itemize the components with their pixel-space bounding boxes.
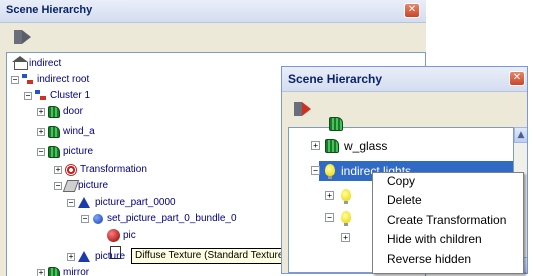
toolbar (282, 95, 527, 123)
tree-item-label: indirect root (37, 74, 90, 85)
tree-item-light-1[interactable]: + (325, 186, 365, 206)
tree-item-partial (329, 114, 345, 134)
menu-item-reverse-hidden[interactable]: Reverse hidden (387, 252, 471, 271)
blue-ball-icon (93, 214, 103, 224)
menu-item-create-transformation[interactable]: Create Transformation (387, 213, 506, 232)
tree-item-light-2[interactable]: − (325, 208, 365, 228)
collapse-toggle[interactable]: − (11, 76, 19, 84)
bulb-icon (341, 211, 351, 226)
sphere-icon (107, 229, 120, 242)
tree-item-label: pic (123, 230, 136, 241)
title-bar[interactable]: Scene Hierarchy ✕ (0, 0, 426, 23)
expand-toggle[interactable]: + (37, 128, 45, 136)
window-title: Scene Hierarchy (288, 72, 383, 86)
triangle-icon (78, 197, 90, 208)
hierarchy-icon (22, 74, 34, 86)
menu-item-delete[interactable]: Delete (387, 193, 422, 212)
bulb-icon (325, 164, 335, 179)
context-menu: Copy Delete Create Transformation Hide w… (372, 172, 524, 274)
window-title: Scene Hierarchy (6, 4, 93, 16)
collapse-toggle[interactable]: − (24, 92, 32, 100)
collapse-toggle[interactable]: − (81, 215, 89, 223)
tree-item-label: Transformation (80, 164, 147, 175)
grid-mesh-icon (325, 139, 339, 153)
expand-toggle[interactable]: + (67, 253, 75, 261)
grid-mesh-icon (48, 126, 60, 138)
toolbar (0, 24, 426, 50)
collapse-icon[interactable] (294, 101, 312, 117)
scroll-up-button[interactable]: ▲ (514, 127, 527, 143)
close-button[interactable]: ✕ (404, 3, 420, 18)
menu-item-hide-with-children[interactable]: Hide with children (387, 232, 482, 251)
grid-mesh-icon (48, 146, 60, 158)
collapse-toggle[interactable]: − (37, 148, 45, 156)
tooltip: Diffuse Texture (Standard Texture (131, 248, 291, 264)
hierarchy-icon (35, 90, 47, 102)
expand-toggle[interactable]: + (325, 191, 334, 200)
tree-item-label: picture_part_0000 (95, 197, 176, 208)
transformation-icon (65, 164, 77, 176)
collapse-toggle[interactable]: − (311, 166, 320, 175)
collapse-toggle[interactable]: − (325, 213, 334, 222)
tree-item-label: mirror (63, 267, 90, 276)
tree-item-label: indirect (29, 58, 62, 69)
tree-item-nested[interactable]: + (341, 228, 371, 248)
grid-mesh-icon (48, 106, 60, 118)
triangle-icon (78, 251, 90, 262)
tree-item-label: set_picture_part_0_bundle_0 (107, 213, 237, 224)
tree-item-label: Cluster 1 (50, 90, 91, 101)
tree-item-label: picture (78, 180, 109, 191)
home-icon (12, 56, 28, 70)
grid-mesh-icon (329, 117, 343, 131)
close-button[interactable]: ✕ (509, 71, 525, 86)
expand-toggle[interactable]: + (37, 108, 45, 116)
expand-toggle[interactable]: + (311, 141, 320, 150)
tree-item-label: picture (95, 251, 126, 262)
grid-mesh-icon (48, 267, 60, 276)
pen-icon (62, 180, 80, 192)
expand-toggle[interactable]: + (341, 233, 350, 242)
collapse-toggle[interactable]: − (54, 182, 62, 190)
collapse-icon[interactable] (14, 29, 32, 45)
tree-item-label: wind_a (63, 126, 95, 137)
title-bar[interactable]: Scene Hierarchy ✕ (282, 67, 527, 92)
expand-toggle[interactable]: + (54, 166, 62, 174)
collapse-toggle[interactable]: − (67, 199, 75, 207)
tree-item-label: w_glass (344, 139, 388, 153)
tree-item-label: picture (63, 146, 94, 157)
menu-item-copy[interactable]: Copy (387, 174, 415, 193)
expand-toggle[interactable]: + (37, 269, 45, 276)
tree-item-label: door (63, 106, 84, 117)
bulb-icon (341, 189, 351, 204)
